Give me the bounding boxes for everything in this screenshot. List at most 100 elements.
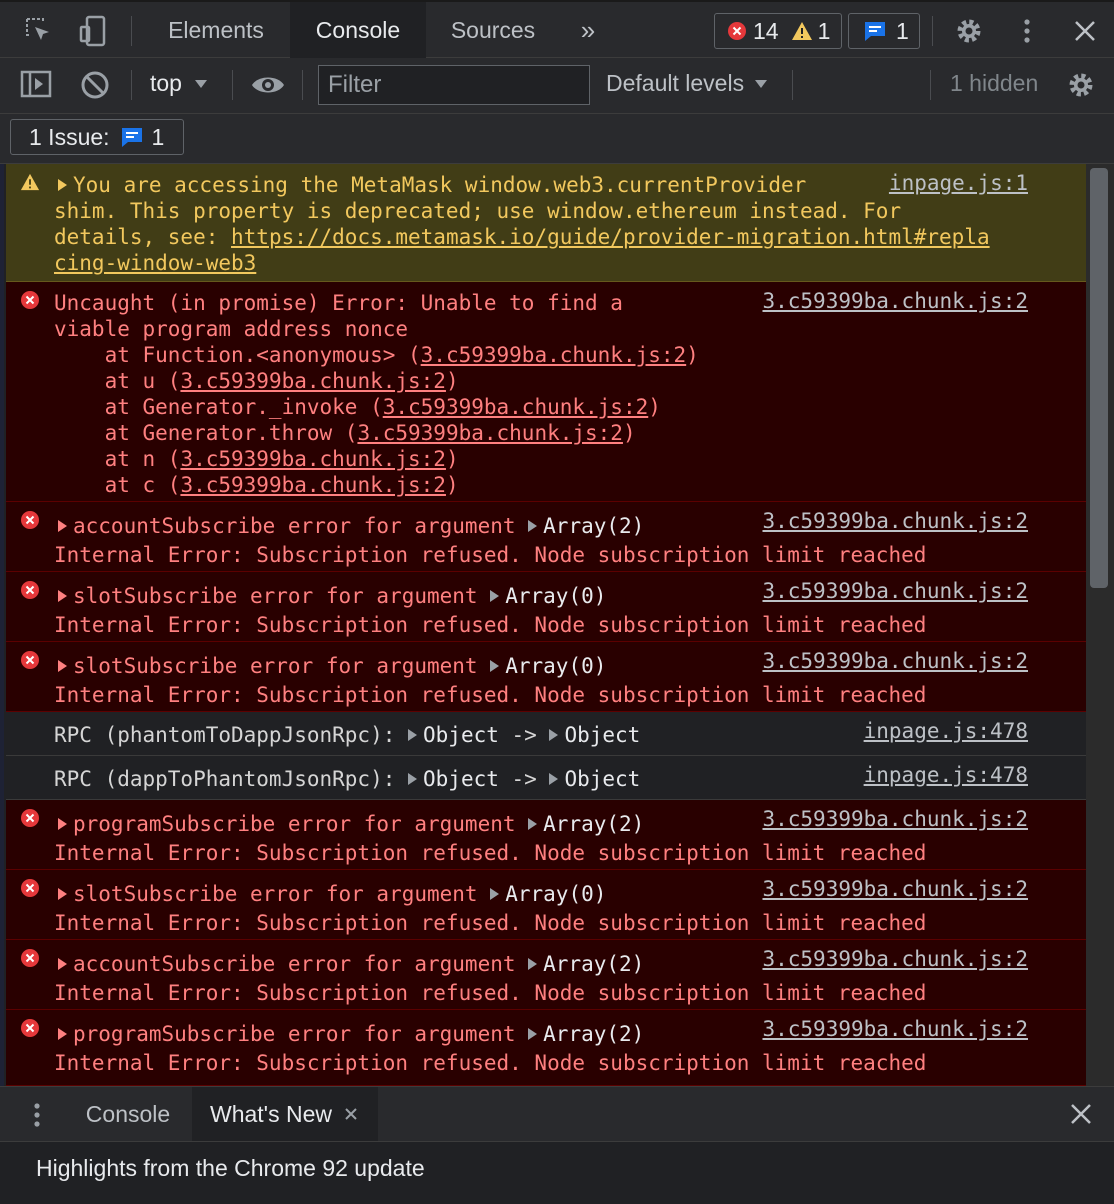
inspect-icon[interactable]	[22, 14, 56, 48]
close-icon[interactable]	[1068, 14, 1102, 48]
settings-icon[interactable]	[952, 14, 986, 48]
expand-triangle-icon[interactable]	[58, 179, 67, 191]
context-selector[interactable]: top	[150, 70, 208, 97]
expand-triangle-icon[interactable]	[528, 818, 538, 830]
error-icon	[21, 651, 39, 669]
clear-icon[interactable]	[80, 70, 110, 105]
console-message-error[interactable]: accountSubscribe error for argument Arra…	[6, 502, 1086, 572]
message-arg[interactable]: Array(2)	[543, 952, 644, 976]
issues-button[interactable]: 1 Issue: 1	[10, 119, 184, 155]
message-arg[interactable]: Array(0)	[505, 654, 606, 678]
stack-link[interactable]: 3.c59399ba.chunk.js:2	[180, 369, 446, 393]
console-message-info[interactable]: RPC (dappToPhantomJsonRpc): Object -> Ob…	[6, 756, 1086, 800]
log-levels-label: Default levels	[606, 70, 745, 96]
expand-triangle-icon[interactable]	[549, 729, 559, 741]
close-icon[interactable]	[1070, 1103, 1092, 1130]
stack-link[interactable]: 3.c59399ba.chunk.js:2	[180, 473, 446, 497]
expand-triangle-icon[interactable]	[58, 888, 67, 900]
docs-link-cont[interactable]: cing-window-web3	[54, 251, 256, 275]
message-object[interactable]: Object	[423, 767, 499, 791]
source-link[interactable]: inpage.js:478	[864, 762, 1028, 788]
stack-link[interactable]: 3.c59399ba.chunk.js:2	[357, 421, 623, 445]
message-object[interactable]: Object	[564, 723, 640, 747]
device-toggle-icon[interactable]	[76, 14, 110, 48]
filter-input[interactable]	[318, 65, 590, 105]
message-head: programSubscribe error for argument	[73, 1022, 529, 1046]
sidebar-icon[interactable]	[20, 70, 52, 103]
source-link[interactable]: inpage.js:478	[864, 718, 1028, 744]
source-link[interactable]: 3.c59399ba.chunk.js:2	[762, 508, 1028, 534]
console-message-warning[interactable]: You are accessing the MetaMask window.we…	[6, 164, 1086, 282]
message-counter[interactable]: 1	[848, 13, 920, 49]
console-message-info[interactable]: RPC (phantomToDappJsonRpc): Object -> Ob…	[6, 712, 1086, 756]
drawer-tab-whats-new[interactable]: What's New	[192, 1087, 378, 1141]
source-link[interactable]: 3.c59399ba.chunk.js:2	[762, 578, 1028, 604]
stack-link[interactable]: 3.c59399ba.chunk.js:2	[421, 343, 687, 367]
message-detail: Internal Error: Subscription refused. No…	[54, 1051, 927, 1075]
expand-triangle-icon[interactable]	[408, 773, 418, 785]
scrollbar-thumb[interactable]	[1090, 168, 1108, 588]
message-arg[interactable]: Array(0)	[505, 882, 606, 906]
message-text: You are accessing the MetaMask window.we…	[54, 172, 990, 276]
console-message-error[interactable]: programSubscribe error for argument Arra…	[6, 1010, 1086, 1086]
expand-triangle-icon[interactable]	[58, 818, 67, 830]
settings-icon[interactable]	[1066, 70, 1096, 105]
console-toolbar: top Default levels 1 hidden	[0, 58, 1114, 114]
tab-console[interactable]: Console	[290, 2, 426, 58]
tab-elements[interactable]: Elements	[146, 2, 286, 58]
stack-link[interactable]: 3.c59399ba.chunk.js:2	[180, 447, 446, 471]
log-levels-dropdown[interactable]: Default levels	[606, 70, 768, 97]
expand-triangle-icon[interactable]	[58, 1028, 67, 1040]
expand-triangle-icon[interactable]	[58, 590, 67, 602]
message-arg[interactable]: Array(0)	[505, 584, 606, 608]
expand-triangle-icon[interactable]	[490, 888, 500, 900]
message-arg[interactable]: Array(2)	[543, 1022, 644, 1046]
drawer-tab-console[interactable]: Console	[66, 1087, 190, 1141]
console-message-error[interactable]: accountSubscribe error for argument Arra…	[6, 940, 1086, 1010]
console-message-error[interactable]: slotSubscribe error for argument Array(0…	[6, 642, 1086, 712]
more-tabs-icon[interactable]: »	[566, 2, 610, 58]
message-object[interactable]: Object	[423, 723, 499, 747]
kebab-icon[interactable]	[30, 1101, 44, 1134]
source-link[interactable]: 3.c59399ba.chunk.js:2	[762, 288, 1028, 314]
message-arg[interactable]: Array(2)	[543, 514, 644, 538]
source-link[interactable]: 3.c59399ba.chunk.js:2	[762, 946, 1028, 972]
stack-line: at Generator.throw (	[54, 421, 358, 445]
console-message-error[interactable]: programSubscribe error for argument Arra…	[6, 800, 1086, 870]
source-link[interactable]: 3.c59399ba.chunk.js:2	[762, 876, 1028, 902]
expand-triangle-icon[interactable]	[58, 660, 67, 672]
expand-triangle-icon[interactable]	[490, 590, 500, 602]
docs-link[interactable]: https://docs.metamask.io/guide/provider-…	[231, 225, 990, 249]
close-icon[interactable]	[344, 1107, 358, 1121]
expand-triangle-icon[interactable]	[528, 520, 538, 532]
eye-icon[interactable]	[250, 72, 286, 103]
console-message-error[interactable]: Uncaught (in promise) Error: Unable to f…	[6, 282, 1086, 502]
warning-count: 1	[817, 17, 831, 44]
expand-triangle-icon[interactable]	[58, 958, 67, 970]
console-message-error[interactable]: slotSubscribe error for argument Array(0…	[6, 572, 1086, 642]
error-warning-counter[interactable]: 14 1	[714, 13, 842, 49]
issues-label: 1 Issue:	[29, 123, 110, 150]
message-object[interactable]: Object	[564, 767, 640, 791]
expand-triangle-icon[interactable]	[549, 773, 559, 785]
source-link[interactable]: inpage.js:1	[889, 170, 1028, 196]
expand-triangle-icon[interactable]	[58, 520, 67, 532]
message-icon	[865, 22, 885, 41]
message-text: RPC (phantomToDappJsonRpc): Object -> Ob…	[54, 722, 640, 748]
expand-triangle-icon[interactable]	[408, 729, 418, 741]
expand-triangle-icon[interactable]	[528, 958, 538, 970]
source-link[interactable]: 3.c59399ba.chunk.js:2	[762, 1016, 1028, 1042]
console-message-error[interactable]: slotSubscribe error for argument Array(0…	[6, 870, 1086, 940]
stack-link[interactable]: 3.c59399ba.chunk.js:2	[383, 395, 649, 419]
message-arg[interactable]: Array(2)	[543, 812, 644, 836]
message-head: accountSubscribe error for argument	[73, 514, 529, 538]
message-count: 1	[896, 17, 909, 44]
expand-triangle-icon[interactable]	[528, 1028, 538, 1040]
source-link[interactable]: 3.c59399ba.chunk.js:2	[762, 806, 1028, 832]
tab-sources[interactable]: Sources	[430, 2, 556, 58]
issues-count: 1	[151, 123, 165, 150]
source-link[interactable]: 3.c59399ba.chunk.js:2	[762, 648, 1028, 674]
message-arrow: ->	[498, 723, 550, 747]
expand-triangle-icon[interactable]	[490, 660, 500, 672]
kebab-icon[interactable]	[1010, 14, 1044, 48]
